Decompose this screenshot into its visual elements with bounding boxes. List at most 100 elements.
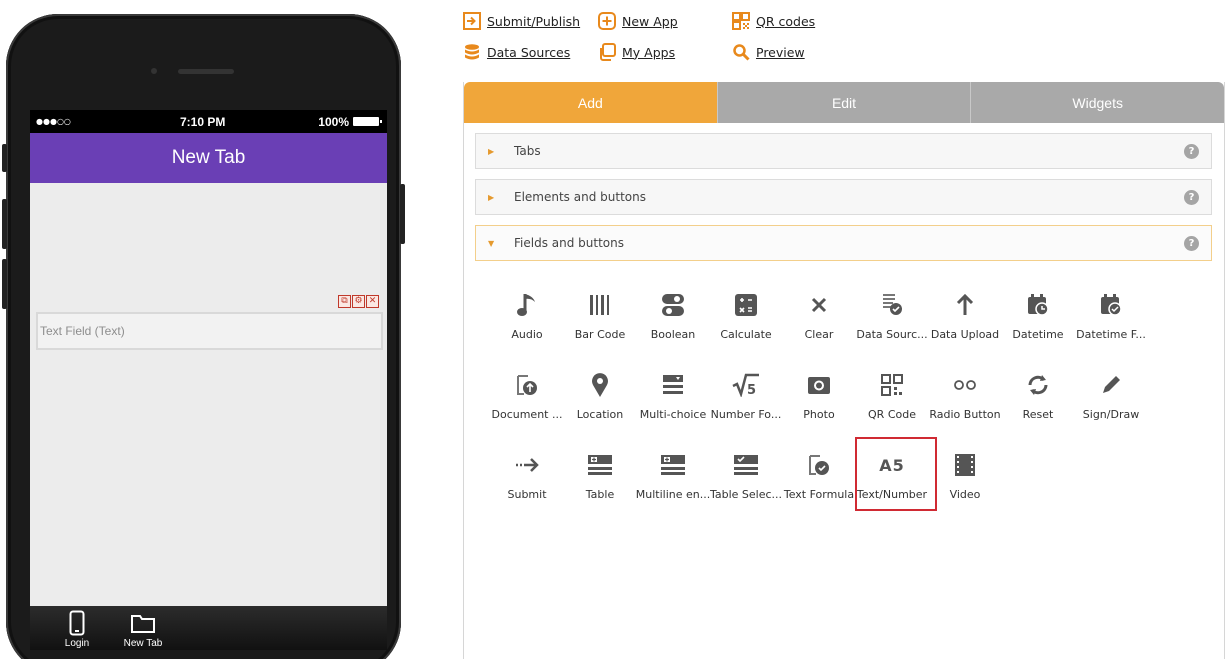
table-icon [588, 455, 612, 475]
copy-apps-icon [600, 43, 616, 61]
my-apps-label: My Apps [622, 44, 676, 60]
preview-link[interactable]: Preview [732, 43, 805, 61]
field-bar-code-label: Bar Code [574, 328, 626, 341]
field-clear[interactable]: Clear [780, 288, 858, 341]
delete-field-icon[interactable]: ✕ [366, 295, 379, 308]
svg-text:5: 5 [747, 383, 756, 397]
copy-field-icon[interactable]: ⧉ [338, 295, 351, 308]
field-datetime-formula[interactable]: Datetime F... [1072, 288, 1150, 341]
submit-publish-link[interactable]: Submit/Publish [463, 12, 580, 30]
field-photo-label: Photo [803, 408, 835, 421]
section-elements-and-buttons[interactable]: ▶ Elements and buttons ? [475, 179, 1212, 215]
refresh-icon [1028, 375, 1048, 395]
field-radio-button[interactable]: Radio Button [926, 368, 1004, 421]
field-audio-label: Audio [511, 328, 543, 341]
radio-icon [954, 380, 976, 390]
close-icon [811, 297, 827, 313]
preview-label: Preview [756, 44, 805, 60]
field-location[interactable]: Location [561, 368, 639, 421]
field-text-formula-label: Text Formula [783, 488, 855, 501]
phone-volume-up [2, 199, 7, 249]
signal-strength: ●●●○○ [36, 117, 71, 126]
field-text-formula[interactable]: Text Formula [780, 448, 858, 501]
field-photo[interactable]: Photo [780, 368, 858, 421]
qr-codes-link[interactable]: QR codes [732, 12, 815, 30]
phone-volume-down [2, 259, 7, 309]
phone-tab-login-label: Login [64, 638, 90, 649]
tab-add[interactable]: Add [464, 82, 717, 123]
app-header-title: New Tab [171, 147, 246, 168]
field-reset-label: Reset [1022, 408, 1054, 421]
field-document[interactable]: Document ... [488, 368, 566, 421]
section-fields-label: Fields and buttons [514, 236, 624, 250]
text-field-placeholder[interactable]: Text Field (Text) [36, 312, 383, 350]
phone-screen: ●●●○○ 7:10 PM 100% New Tab ⧉ ⚙ ✕ Text Fi… [30, 110, 387, 650]
battery-indicator: 100% [318, 114, 382, 129]
field-video[interactable]: Video [926, 448, 1004, 501]
arrow-up-icon [956, 293, 974, 315]
phone-tab-login[interactable]: Login [44, 606, 110, 650]
field-data-source[interactable]: Data Sourc... [853, 288, 931, 341]
battery-percent: 100% [318, 114, 349, 129]
multiline-table-icon [661, 455, 685, 475]
field-qr-code[interactable]: QR Code [853, 368, 931, 421]
field-boolean[interactable]: Boolean [634, 288, 712, 341]
section-elements-label: Elements and buttons [514, 190, 646, 204]
field-sign-draw-label: Sign/Draw [1082, 408, 1140, 421]
field-submit[interactable]: Submit [488, 448, 566, 501]
tab-widgets[interactable]: Widgets [970, 82, 1225, 123]
field-number-formula[interactable]: 5 Number Fo... [707, 368, 785, 421]
battery-icon [353, 117, 382, 126]
new-app-link[interactable]: New App [598, 12, 678, 30]
phone-mute-switch [2, 144, 7, 172]
field-submit-label: Submit [507, 488, 547, 501]
help-icon[interactable]: ? [1184, 190, 1199, 205]
field-location-label: Location [576, 408, 624, 421]
text-number-highlight [855, 437, 937, 511]
phone-mockup: ●●●○○ 7:10 PM 100% New Tab ⧉ ⚙ ✕ Text Fi… [2, 14, 405, 659]
field-bar-code[interactable]: Bar Code [561, 288, 639, 341]
list-icon [663, 375, 683, 394]
field-sign-draw[interactable]: Sign/Draw [1072, 368, 1150, 421]
field-table-select[interactable]: Table Selec... [707, 448, 785, 501]
table-check-icon [734, 455, 758, 475]
section-fields-and-buttons[interactable]: ▼ Fields and buttons ? [475, 225, 1212, 261]
map-pin-icon [592, 373, 608, 397]
qr-codes-label: QR codes [756, 13, 816, 29]
camera-icon [151, 68, 157, 74]
data-sources-label: Data Sources [487, 44, 571, 60]
field-data-upload-label: Data Upload [930, 328, 1000, 341]
field-data-upload[interactable]: Data Upload [926, 288, 1004, 341]
phone-tab-bar: Login New Tab [30, 606, 387, 650]
field-multi-choice[interactable]: Multi-choice [634, 368, 712, 421]
field-calculate[interactable]: Calculate [707, 288, 785, 341]
field-audio[interactable]: Audio [488, 288, 566, 341]
field-multiline-entry[interactable]: Multiline en... [634, 448, 712, 501]
folder-icon [131, 615, 155, 633]
calculator-icon [735, 294, 757, 316]
square-root-icon: 5 [732, 373, 759, 397]
field-table[interactable]: Table [561, 448, 639, 501]
section-tabs[interactable]: ▶ Tabs ? [475, 133, 1212, 169]
field-datetime-formula-label: Datetime F... [1076, 328, 1146, 341]
new-app-label: New App [622, 13, 678, 29]
field-datetime[interactable]: Datetime [999, 288, 1077, 341]
field-table-select-label: Table Selec... [709, 488, 783, 501]
field-datetime-label: Datetime [1012, 328, 1064, 341]
data-sources-link[interactable]: Data Sources [463, 43, 570, 61]
my-apps-link[interactable]: My Apps [598, 43, 675, 61]
phone-tab-new-tab[interactable]: New Tab [110, 606, 176, 650]
field-reset[interactable]: Reset [999, 368, 1077, 421]
field-settings-icon[interactable]: ⚙ [352, 295, 365, 308]
speaker-grille [178, 69, 234, 74]
field-boolean-label: Boolean [650, 328, 696, 341]
help-icon[interactable]: ? [1184, 236, 1199, 251]
help-icon[interactable]: ? [1184, 144, 1199, 159]
qr-code-icon [881, 374, 903, 396]
data-source-icon [883, 294, 902, 315]
tab-edit[interactable]: Edit [716, 82, 971, 123]
status-time: 7:10 PM [180, 114, 226, 129]
field-data-source-label: Data Sourc... [856, 328, 928, 341]
plus-icon [598, 12, 616, 30]
field-calculate-label: Calculate [720, 328, 772, 341]
